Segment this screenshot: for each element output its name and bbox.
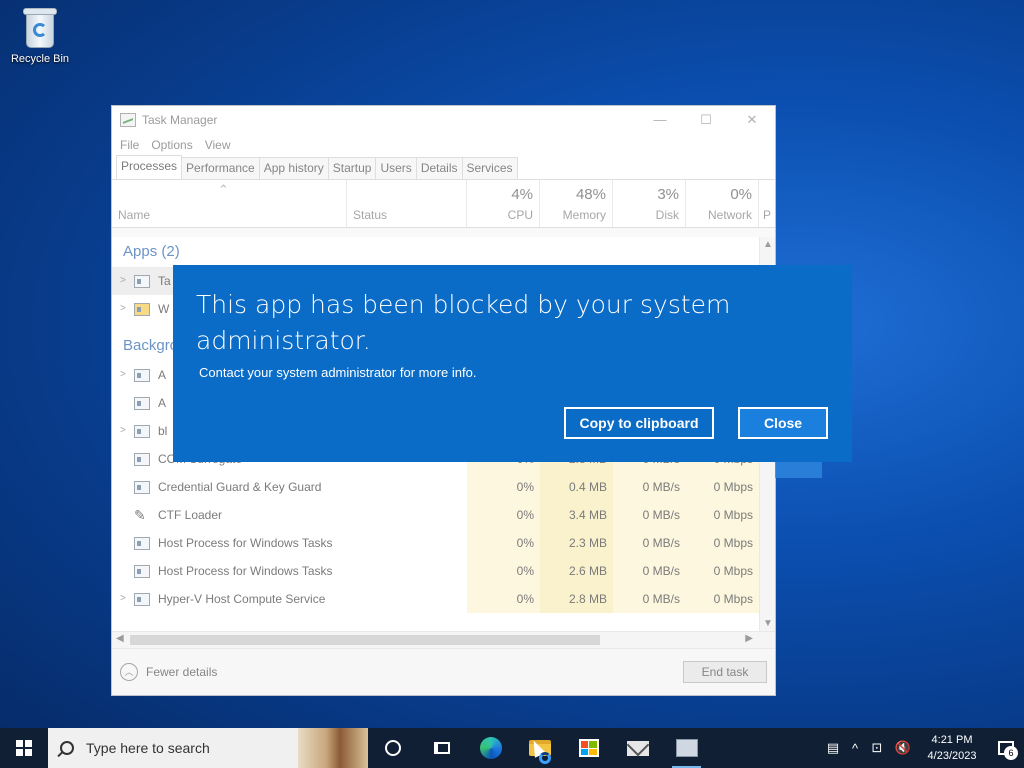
cortana-icon: [384, 740, 401, 756]
store-icon: [578, 739, 599, 757]
task-manager-icon: [675, 739, 698, 757]
sort-ascending-icon: ⌃: [218, 182, 229, 197]
tab-services[interactable]: Services: [461, 157, 518, 179]
search-highlight-image[interactable]: [298, 728, 368, 768]
search-placeholder: Type here to search: [86, 740, 210, 756]
tab-processes[interactable]: Processes: [116, 155, 183, 179]
show-hidden-icons-icon[interactable]: ^: [846, 741, 864, 756]
mail-icon: [626, 740, 649, 756]
windows-logo-icon: [16, 740, 32, 756]
network-icon[interactable]: ⊡: [864, 740, 890, 756]
expand-chevron-icon[interactable]: >: [120, 361, 134, 389]
busy-spinner-icon: [539, 752, 551, 764]
process-icon: [134, 368, 150, 382]
scroll-left-icon[interactable]: ◀: [116, 633, 124, 644]
column-power[interactable]: P: [759, 180, 773, 227]
dialog-message: Contact your system administrator for mo…: [199, 365, 477, 380]
tab-users[interactable]: Users: [375, 157, 417, 179]
tab-performance[interactable]: Performance: [181, 157, 260, 179]
table-row[interactable]: Credential Guard & Key Guard 0% 0.4 MB 0…: [112, 473, 775, 501]
window-title: Task Manager: [142, 113, 218, 127]
end-task-button[interactable]: End task: [683, 661, 767, 683]
taskbar-search-box[interactable]: Type here to search: [48, 728, 368, 768]
folder-icon: [134, 302, 150, 316]
title-bar[interactable]: Task Manager — ☐ ✕: [112, 106, 775, 134]
minimize-button[interactable]: —: [637, 112, 683, 128]
expand-chevron-icon[interactable]: >: [120, 585, 134, 613]
task-manager-taskbar-button[interactable]: [662, 728, 711, 768]
maximize-button[interactable]: ☐: [683, 112, 729, 128]
column-cpu[interactable]: 4% CPU: [467, 180, 540, 227]
task-view-button[interactable]: [417, 728, 466, 768]
mail-button[interactable]: [613, 728, 662, 768]
clock[interactable]: 4:21 PM 4/23/2023: [916, 732, 988, 764]
process-icon: [134, 592, 150, 606]
system-tray: ▤ ^ ⊡ 🔇 4:21 PM 4/23/2023 6: [820, 728, 1024, 768]
news-widget-icon[interactable]: ▤: [820, 740, 846, 756]
process-icon: [134, 424, 150, 438]
clock-time: 4:21 PM: [931, 734, 973, 746]
menu-view[interactable]: View: [205, 138, 231, 152]
expand-chevron-icon[interactable]: >: [120, 417, 134, 445]
tab-strip: Processes Performance App history Startu…: [112, 155, 775, 180]
action-center-button[interactable]: 6: [988, 728, 1024, 768]
process-icon: [134, 536, 150, 550]
store-button[interactable]: [564, 728, 613, 768]
process-icon: [134, 564, 150, 578]
copy-to-clipboard-button[interactable]: Copy to clipboard: [564, 407, 714, 439]
edge-button[interactable]: [466, 728, 515, 768]
tab-details[interactable]: Details: [415, 157, 463, 179]
search-icon: [60, 741, 74, 755]
notification-badge: 6: [1004, 746, 1018, 760]
menu-file[interactable]: File: [120, 138, 139, 152]
volume-muted-icon[interactable]: 🔇: [890, 740, 916, 756]
fewer-details-button[interactable]: ︿ Fewer details: [120, 663, 217, 681]
process-icon: [134, 396, 150, 410]
cortana-button[interactable]: [368, 728, 417, 768]
group-apps: Apps (2): [123, 243, 180, 260]
dialog-shadow: [775, 462, 822, 478]
close-button[interactable]: Close: [738, 407, 828, 439]
menu-options[interactable]: Options: [151, 138, 192, 152]
expand-chevron-icon[interactable]: >: [120, 267, 134, 295]
horizontal-scrollbar[interactable]: ◀ ▶: [112, 631, 775, 648]
scroll-up-icon[interactable]: ▲: [760, 239, 776, 250]
start-button[interactable]: [0, 728, 48, 768]
scroll-right-icon[interactable]: ▶: [745, 633, 753, 644]
column-memory[interactable]: 48% Memory: [540, 180, 613, 227]
dialog-title: This app has been blocked by your system…: [196, 290, 731, 355]
task-view-icon: [433, 742, 450, 754]
task-manager-app-icon: [120, 113, 136, 127]
table-row[interactable]: ✎ CTF Loader 0% 3.4 MB 0 MB/s 0 Mbps: [112, 501, 775, 529]
chevron-up-circle-icon: ︿: [120, 663, 138, 681]
edge-icon: [479, 737, 502, 759]
table-row[interactable]: Host Process for Windows Tasks 0% 2.6 MB…: [112, 557, 775, 585]
table-row[interactable]: Host Process for Windows Tasks 0% 2.3 MB…: [112, 529, 775, 557]
taskbar: Type here to search ▤ ^ ⊡ 🔇 4:21 PM 4/23…: [0, 728, 1024, 768]
clock-date: 4/23/2023: [927, 750, 977, 762]
column-network[interactable]: 0% Network: [686, 180, 759, 227]
column-status[interactable]: Status: [347, 180, 467, 227]
app-blocked-dialog: This app has been blocked by your system…: [173, 265, 852, 462]
scroll-thumb[interactable]: [130, 635, 600, 645]
close-window-button[interactable]: ✕: [729, 112, 775, 128]
scroll-down-icon[interactable]: ▼: [760, 618, 776, 629]
recycle-bin-icon: [21, 6, 59, 50]
pencil-icon: ✎: [134, 507, 146, 523]
column-name[interactable]: ⌃ Name: [112, 180, 347, 227]
footer-bar: ︿ Fewer details End task: [112, 648, 775, 695]
tab-startup[interactable]: Startup: [327, 157, 377, 179]
tab-app-history[interactable]: App history: [258, 157, 329, 179]
column-headers: ⌃ Name Status 4% CPU 48% Memory 3% Disk …: [112, 180, 775, 228]
menu-bar: File Options View: [112, 134, 775, 156]
recycle-bin-label: Recycle Bin: [10, 53, 70, 65]
process-icon: [134, 452, 150, 466]
table-row[interactable]: > Hyper-V Host Compute Service 0% 2.8 MB …: [112, 585, 775, 613]
process-icon: [134, 274, 150, 288]
column-disk[interactable]: 3% Disk: [613, 180, 686, 227]
process-icon: [134, 480, 150, 494]
recycle-bin-shortcut[interactable]: Recycle Bin: [4, 6, 76, 65]
expand-chevron-icon[interactable]: >: [120, 295, 134, 323]
